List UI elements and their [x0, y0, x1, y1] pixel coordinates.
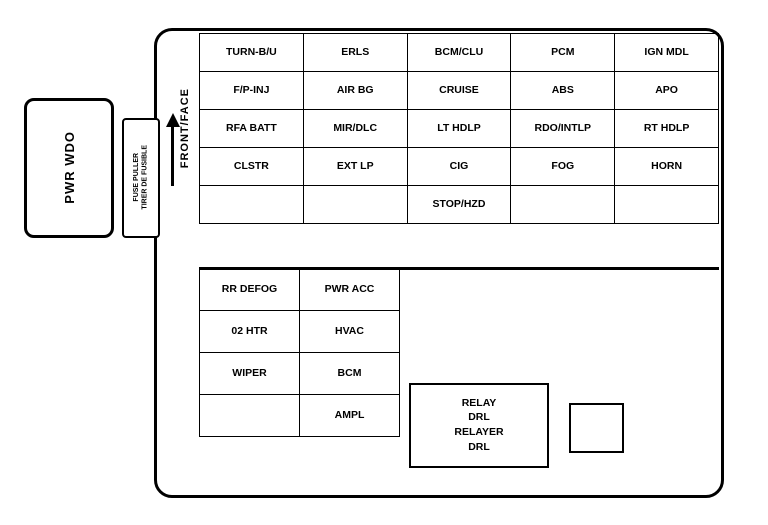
table-row: RFA BATT MIR/DLC LT HDLP RDO/INTLP RT HD… — [200, 109, 719, 147]
cell-turn-bu: TURN-B/U — [200, 33, 304, 71]
grid-area: TURN-B/U ERLS BCM/CLU PCM IGN MDL F/P-IN… — [199, 33, 719, 483]
cell-rt-hdlp: RT HDLP — [615, 109, 719, 147]
cell-ign-mdl: IGN MDL — [615, 33, 719, 71]
cell-ext-lp: EXT LP — [303, 147, 407, 185]
arrow-up-icon — [166, 113, 180, 127]
cell-rr-defog: RR DEFOG — [200, 268, 300, 310]
cell-wiper: WIPER — [200, 352, 300, 394]
cell-hvac: HVAC — [300, 310, 400, 352]
table-row: WIPER BCM — [200, 352, 400, 394]
table-row: 02 HTR HVAC — [200, 310, 400, 352]
table-row: CLSTR EXT LP CIG FOG HORN — [200, 147, 719, 185]
cell-empty-5 — [200, 394, 300, 436]
cell-pcm: PCM — [511, 33, 615, 71]
cell-abs: ABS — [511, 71, 615, 109]
cell-empty-2 — [303, 185, 407, 223]
cell-fp-inj: F/P-INJ — [200, 71, 304, 109]
cell-bcm-clu: BCM/CLU — [407, 33, 511, 71]
cell-bcm: BCM — [300, 352, 400, 394]
relay-box: RELAY DRL RELAYER DRL — [409, 383, 549, 468]
fuse-puller-panel: FUSE PULLER TIRER DE FUSIBLE — [122, 118, 160, 238]
lower-fuse-grid: RR DEFOG PWR ACC 02 HTR HVAC WIPER BCM A… — [199, 268, 400, 437]
cell-fog: FOG — [511, 147, 615, 185]
cell-air-bg: AIR BG — [303, 71, 407, 109]
table-row: RR DEFOG PWR ACC — [200, 268, 400, 310]
cell-mir-dlc: MIR/DLC — [303, 109, 407, 147]
arrow-line — [171, 126, 174, 186]
cell-stop-hzd: STOP/HZD — [407, 185, 511, 223]
front-face-label: FRONT/FACE — [179, 88, 191, 168]
cell-erls: ERLS — [303, 33, 407, 71]
cell-empty-3 — [511, 185, 615, 223]
cell-apo: APO — [615, 71, 719, 109]
table-row: TURN-B/U ERLS BCM/CLU PCM IGN MDL — [200, 33, 719, 71]
cell-ampl: AMPL — [300, 394, 400, 436]
pwr-wdo-label: PWR WDO — [62, 131, 77, 204]
table-row: AMPL — [200, 394, 400, 436]
cell-rdo-intlp: RDO/INTLP — [511, 109, 615, 147]
table-row: STOP/HZD — [200, 185, 719, 223]
cell-lt-hdlp: LT HDLP — [407, 109, 511, 147]
cell-rfa-batt: RFA BATT — [200, 109, 304, 147]
pwr-wdo-panel: PWR WDO — [24, 98, 114, 238]
relay-label: RELAY DRL RELAYER DRL — [454, 396, 503, 455]
small-box — [569, 403, 624, 453]
table-row: F/P-INJ AIR BG CRUISE ABS APO — [200, 71, 719, 109]
cell-horn: HORN — [615, 147, 719, 185]
cell-empty-4 — [615, 185, 719, 223]
cell-pwr-acc: PWR ACC — [300, 268, 400, 310]
cell-cruise: CRUISE — [407, 71, 511, 109]
cell-cig: CIG — [407, 147, 511, 185]
cell-empty-1 — [200, 185, 304, 223]
upper-fuse-grid: TURN-B/U ERLS BCM/CLU PCM IGN MDL F/P-IN… — [199, 33, 719, 224]
cell-clstr: CLSTR — [200, 147, 304, 185]
diagram-container: PWR WDO FUSE PULLER TIRER DE FUSIBLE FRO… — [24, 18, 744, 508]
cell-02-htr: 02 HTR — [200, 310, 300, 352]
fuse-puller-label: FUSE PULLER TIRER DE FUSIBLE — [133, 145, 150, 210]
